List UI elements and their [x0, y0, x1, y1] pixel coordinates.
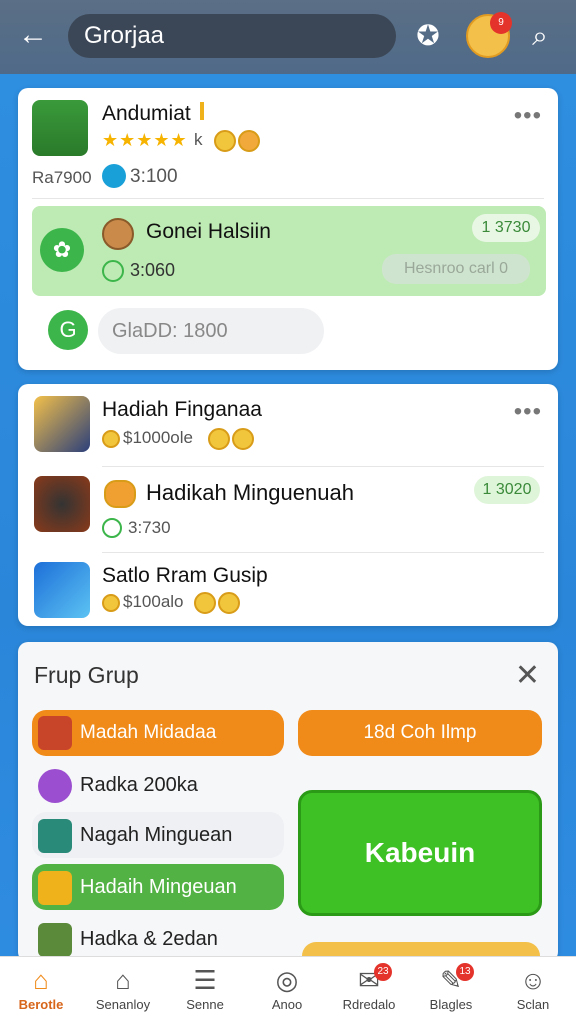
coin-icon [194, 592, 216, 614]
coin-icon [218, 592, 240, 614]
user-avatar[interactable] [32, 100, 88, 156]
clock-icon [102, 260, 124, 282]
tab-3[interactable]: ☰ Senne [164, 957, 246, 1024]
item-sub: $1000ole [102, 428, 193, 448]
target-icon: ◎ [275, 965, 299, 995]
score-badge: 1 3730 [472, 214, 540, 242]
row-placeholder[interactable]: Hesnroo carl 0 [382, 254, 530, 284]
status-pill[interactable]: GlaDD: 1800 [98, 308, 324, 354]
item-title: Hadiah Finganaa [102, 398, 262, 421]
item-title: Satlo Rram Gusip [102, 564, 268, 587]
coin-icon [238, 130, 260, 152]
drop-icon [102, 164, 126, 188]
reward-thumb[interactable] [34, 562, 90, 618]
claim-button[interactable]: 18d Coh Ilmp [298, 710, 542, 756]
sheet-title: Frup Grup [34, 662, 139, 688]
reward-thumb[interactable] [34, 396, 90, 452]
close-icon[interactable]: ✕ [515, 658, 540, 693]
row-title: Gonei Halsiin [146, 220, 271, 243]
rewards-card: Hadiah Finganaa $1000ole ••• Hadikah Min… [18, 384, 558, 626]
chick-icon [104, 480, 136, 508]
coin-icon [214, 130, 236, 152]
chest-icon [38, 870, 72, 905]
people-icon: ☺ [519, 965, 547, 995]
list-item[interactable]: Nagah Minguean [32, 812, 284, 858]
primary-action-button[interactable]: Kabeuin [298, 790, 542, 916]
menu-item-button[interactable]: Madah Midadaa [32, 710, 284, 756]
list-item-selected[interactable]: Hadaih Mingeuan [32, 864, 284, 910]
verified-mark [200, 102, 204, 120]
search-field[interactable]: Grorjaa [68, 14, 396, 58]
list-item[interactable]: Radka 200ka [32, 762, 284, 808]
row-time: 3:060 [130, 260, 176, 280]
tab-2[interactable]: ⌂ Senanloy [82, 957, 164, 1024]
clock-icon [102, 518, 122, 538]
settings-gear-icon[interactable]: ✿ [40, 228, 84, 272]
user-level: Ra7900 [32, 168, 92, 187]
coin-icon [232, 428, 254, 450]
top-bar: ← Grorjaa ✪ 9 ⌕ [0, 0, 576, 74]
tab-4[interactable]: ◎ Anoo [246, 957, 328, 1024]
score-badge: 1 3020 [474, 476, 540, 504]
player-avatar [102, 218, 134, 250]
profile-card: Andumiat ★★★★★ k ••• Ra7900 3:100 ✿ Gone… [18, 88, 558, 370]
tab-badge: 13 [456, 963, 474, 981]
tab-7[interactable]: ☺ Sclan [492, 957, 574, 1024]
more-menu-icon[interactable]: ••• [514, 102, 542, 130]
divider [102, 552, 544, 553]
item-sub: 3:730 [128, 518, 171, 537]
rating-extra: k [194, 130, 203, 149]
coin-icon [102, 429, 120, 448]
house-outline-icon: ⌂ [115, 965, 131, 995]
item-title: Hadikah Minguenuah [146, 480, 354, 505]
link-icon[interactable]: G [48, 310, 88, 350]
gift-icon [38, 768, 72, 803]
highlight-row[interactable]: ✿ Gonei Halsiin 3:060 1 3730 Hesnroo car… [32, 206, 546, 296]
search-icon[interactable]: ⌕ [522, 18, 558, 54]
group-sheet: Frup Grup ✕ Madah Midadaa 18d Coh Ilmp R… [18, 642, 558, 962]
tab-badge: 23 [374, 963, 392, 981]
rating-stars: ★★★★★ [102, 130, 188, 150]
coin-icon [208, 428, 230, 450]
tab-6[interactable]: ✎ 13 Blagles [410, 957, 492, 1024]
divider [102, 466, 544, 467]
home-icon: ⌂ [33, 965, 49, 995]
item-sub: $100alo [102, 592, 184, 612]
reward-thumb[interactable] [34, 476, 90, 532]
bottom-tab-bar: ⌂ Berotle ⌂ Senanloy ☰ Senne ◎ Anoo ✉ 23… [0, 956, 576, 1024]
tab-5[interactable]: ✉ 23 Rdredalo [328, 957, 410, 1024]
divider [32, 198, 544, 199]
user-name: Andumiat [102, 102, 191, 125]
more-menu-icon[interactable]: ••• [514, 398, 542, 426]
list-icon: ☰ [193, 965, 217, 995]
back-arrow-icon[interactable]: ← [18, 20, 50, 52]
cube-icon [38, 922, 72, 957]
star-badge-icon[interactable]: ✪ [410, 18, 446, 54]
notification-badge: 9 [490, 12, 512, 34]
box-icon [38, 818, 72, 853]
chest-icon [38, 715, 72, 750]
user-value: 3:100 [130, 166, 178, 187]
coin-icon [102, 593, 120, 612]
tab-home[interactable]: ⌂ Berotle [0, 957, 82, 1024]
